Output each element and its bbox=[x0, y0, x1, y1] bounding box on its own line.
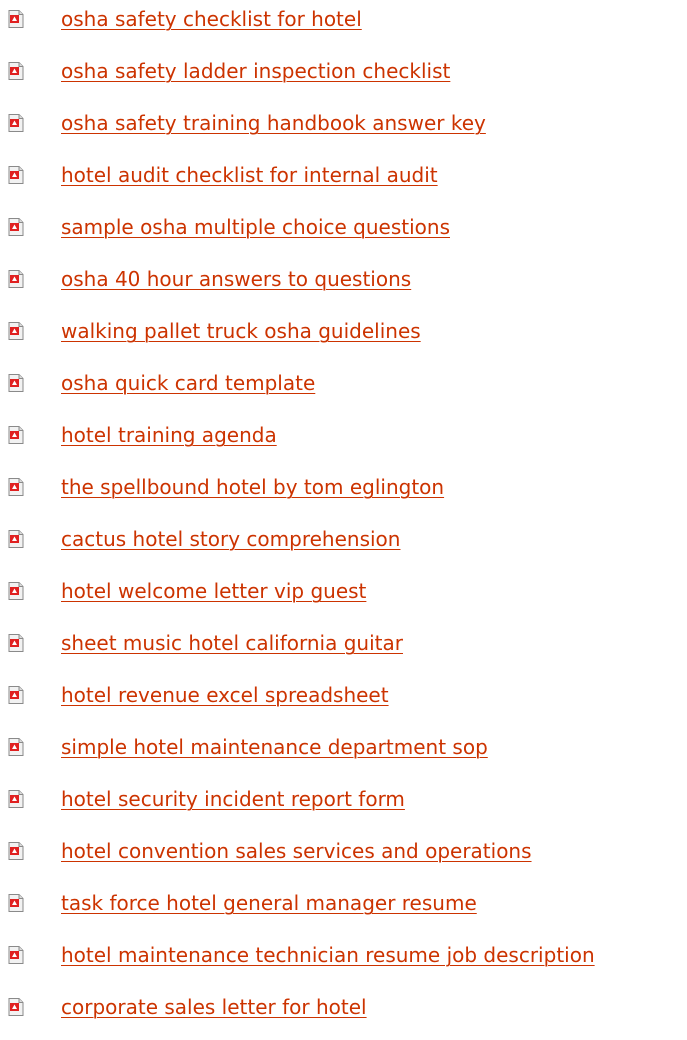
document-link[interactable]: hotel convention sales services and oper… bbox=[61, 837, 532, 865]
pdf-file-icon bbox=[8, 530, 24, 548]
document-link[interactable]: hotel audit checklist for internal audit bbox=[61, 161, 438, 189]
document-link-list: osha safety checklist for hotel osha saf… bbox=[0, 0, 687, 1040]
list-item: hotel revenue excel spreadsheet bbox=[0, 676, 687, 728]
pdf-file-icon bbox=[8, 426, 24, 444]
document-link[interactable]: the spellbound hotel by tom eglington bbox=[61, 473, 444, 501]
document-link[interactable]: hotel revenue excel spreadsheet bbox=[61, 681, 389, 709]
pdf-file-icon bbox=[8, 686, 24, 704]
pdf-file-icon bbox=[8, 582, 24, 600]
pdf-file-icon bbox=[8, 218, 24, 236]
document-link[interactable]: osha 40 hour answers to questions bbox=[61, 265, 411, 293]
document-link[interactable]: hotel maintenance technician resume job … bbox=[61, 941, 595, 969]
pdf-file-icon bbox=[8, 842, 24, 860]
list-item: walking pallet truck osha guidelines bbox=[0, 312, 687, 364]
list-item: corporate sales letter for hotel bbox=[0, 988, 687, 1040]
pdf-file-icon bbox=[8, 946, 24, 964]
document-link[interactable]: simple hotel maintenance department sop bbox=[61, 733, 488, 761]
document-link[interactable]: hotel welcome letter vip guest bbox=[61, 577, 366, 605]
pdf-file-icon bbox=[8, 10, 24, 28]
document-link[interactable]: hotel training agenda bbox=[61, 421, 277, 449]
pdf-file-icon bbox=[8, 374, 24, 392]
list-item: task force hotel general manager resume bbox=[0, 884, 687, 936]
pdf-file-icon bbox=[8, 322, 24, 340]
list-item: hotel training agenda bbox=[0, 416, 687, 468]
document-link[interactable]: osha quick card template bbox=[61, 369, 315, 397]
pdf-file-icon bbox=[8, 634, 24, 652]
list-item: hotel welcome letter vip guest bbox=[0, 572, 687, 624]
list-item: the spellbound hotel by tom eglington bbox=[0, 468, 687, 520]
list-item: hotel convention sales services and oper… bbox=[0, 832, 687, 884]
document-link[interactable]: sheet music hotel california guitar bbox=[61, 629, 403, 657]
document-link[interactable]: cactus hotel story comprehension bbox=[61, 525, 400, 553]
pdf-file-icon bbox=[8, 114, 24, 132]
document-link[interactable]: walking pallet truck osha guidelines bbox=[61, 317, 421, 345]
list-item: osha safety ladder inspection checklist bbox=[0, 52, 687, 104]
list-item: sheet music hotel california guitar bbox=[0, 624, 687, 676]
document-link[interactable]: osha safety checklist for hotel bbox=[61, 5, 362, 33]
pdf-file-icon bbox=[8, 166, 24, 184]
list-item: sample osha multiple choice questions bbox=[0, 208, 687, 260]
document-link[interactable]: task force hotel general manager resume bbox=[61, 889, 477, 917]
pdf-file-icon bbox=[8, 478, 24, 496]
pdf-file-icon bbox=[8, 270, 24, 288]
list-item: hotel audit checklist for internal audit bbox=[0, 156, 687, 208]
document-link[interactable]: sample osha multiple choice questions bbox=[61, 213, 450, 241]
list-item: osha 40 hour answers to questions bbox=[0, 260, 687, 312]
list-item: osha quick card template bbox=[0, 364, 687, 416]
pdf-file-icon bbox=[8, 894, 24, 912]
pdf-file-icon bbox=[8, 62, 24, 80]
list-item: osha safety training handbook answer key bbox=[0, 104, 687, 156]
pdf-file-icon bbox=[8, 790, 24, 808]
list-item: cactus hotel story comprehension bbox=[0, 520, 687, 572]
pdf-file-icon bbox=[8, 738, 24, 756]
list-item: simple hotel maintenance department sop bbox=[0, 728, 687, 780]
list-item: hotel security incident report form bbox=[0, 780, 687, 832]
list-item: osha safety checklist for hotel bbox=[0, 0, 687, 52]
pdf-file-icon bbox=[8, 998, 24, 1016]
list-item: hotel maintenance technician resume job … bbox=[0, 936, 687, 988]
document-link[interactable]: osha safety training handbook answer key bbox=[61, 109, 486, 137]
document-link[interactable]: corporate sales letter for hotel bbox=[61, 993, 367, 1021]
document-link[interactable]: osha safety ladder inspection checklist bbox=[61, 57, 450, 85]
document-link[interactable]: hotel security incident report form bbox=[61, 785, 405, 813]
